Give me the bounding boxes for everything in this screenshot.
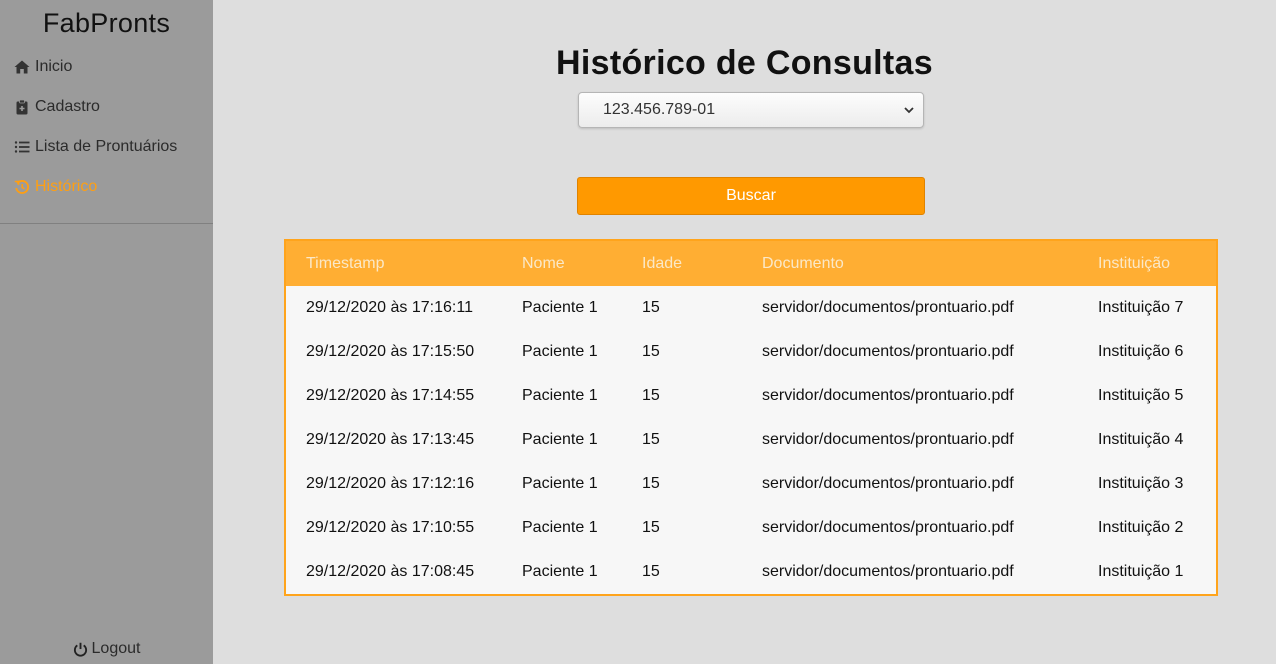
sidebar-nav: Inicio Cadastro Lista de Prontuários His… xyxy=(0,46,213,207)
cell-timestamp: 29/12/2020 às 17:15:50 xyxy=(306,343,475,360)
cell-idade: 15 xyxy=(642,519,660,536)
cell-documento: servidor/documentos/prontuario.pdf xyxy=(762,475,1014,492)
sidebar-item-inicio[interactable]: Inicio xyxy=(0,47,213,87)
search-button[interactable]: Buscar xyxy=(577,177,925,215)
power-icon xyxy=(73,642,88,657)
table-header-row: Timestamp Nome Idade Documento Instituiç… xyxy=(286,241,1216,286)
cell-instituicao: Instituição 1 xyxy=(1098,563,1184,580)
table-row: 29/12/2020 às 17:15:50 Paciente 1 15 ser… xyxy=(286,330,1216,374)
clipboard-icon xyxy=(14,99,30,115)
cell-documento: servidor/documentos/prontuario.pdf xyxy=(762,299,1014,316)
sidebar: FabPronts Inicio Cadastro Lista de Pront… xyxy=(0,0,213,664)
table-row: 29/12/2020 às 17:14:55 Paciente 1 15 ser… xyxy=(286,374,1216,418)
logout-button[interactable]: Logout xyxy=(0,640,213,658)
header-instituicao: Instituição xyxy=(1098,254,1171,272)
table-row: 29/12/2020 às 17:10:55 Paciente 1 15 ser… xyxy=(286,506,1216,550)
sidebar-item-label: Inicio xyxy=(35,58,73,75)
cell-idade: 15 xyxy=(642,431,660,448)
cell-idade: 15 xyxy=(642,387,660,404)
page-title: Histórico de Consultas xyxy=(556,44,933,82)
patient-select-value: 123.456.789-01 xyxy=(603,101,716,118)
cell-instituicao: Instituição 5 xyxy=(1098,387,1184,404)
sidebar-item-lista-prontuarios[interactable]: Lista de Prontuários xyxy=(0,127,213,167)
home-icon xyxy=(14,59,30,75)
cell-idade: 15 xyxy=(642,563,660,580)
cell-documento: servidor/documentos/prontuario.pdf xyxy=(762,387,1014,404)
brand-logo: FabPronts xyxy=(42,8,171,38)
history-icon xyxy=(14,179,30,195)
cell-instituicao: Instituição 3 xyxy=(1098,475,1184,492)
cell-timestamp: 29/12/2020 às 17:13:45 xyxy=(306,431,475,448)
sidebar-divider xyxy=(0,223,213,224)
sidebar-item-historico[interactable]: Histórico xyxy=(0,167,213,207)
cell-nome: Paciente 1 xyxy=(522,519,598,536)
cell-documento: servidor/documentos/prontuario.pdf xyxy=(762,343,1014,360)
cell-instituicao: Instituição 4 xyxy=(1098,431,1184,448)
table-row: 29/12/2020 às 17:12:16 Paciente 1 15 ser… xyxy=(286,462,1216,506)
chevron-down-icon xyxy=(903,103,915,115)
app: FabPronts Inicio Cadastro Lista de Pront… xyxy=(0,0,1276,664)
cell-timestamp: 29/12/2020 às 17:10:55 xyxy=(306,519,475,536)
cell-nome: Paciente 1 xyxy=(522,343,598,360)
cell-nome: Paciente 1 xyxy=(522,475,598,492)
main-content: Histórico de Consultas 123.456.789-01 Bu… xyxy=(213,0,1276,664)
header-nome: Nome xyxy=(522,254,565,272)
cell-timestamp: 29/12/2020 às 17:14:55 xyxy=(306,387,475,404)
cell-documento: servidor/documentos/prontuario.pdf xyxy=(762,563,1014,580)
sidebar-item-cadastro[interactable]: Cadastro xyxy=(0,87,213,127)
cell-nome: Paciente 1 xyxy=(522,387,598,404)
logout-label: Logout xyxy=(91,640,141,657)
header-timestamp: Timestamp xyxy=(306,254,385,272)
sidebar-item-label: Histórico xyxy=(35,178,98,195)
sidebar-item-label: Lista de Prontuários xyxy=(35,138,178,155)
patient-select[interactable]: 123.456.789-01 xyxy=(578,92,924,128)
table-row: 29/12/2020 às 17:13:45 Paciente 1 15 ser… xyxy=(286,418,1216,462)
history-table: Timestamp Nome Idade Documento Instituiç… xyxy=(284,239,1218,596)
cell-documento: servidor/documentos/prontuario.pdf xyxy=(762,431,1014,448)
cell-timestamp: 29/12/2020 às 17:12:16 xyxy=(306,475,475,492)
cell-idade: 15 xyxy=(642,343,660,360)
cell-idade: 15 xyxy=(642,475,660,492)
header-documento: Documento xyxy=(762,254,844,272)
cell-timestamp: 29/12/2020 às 17:16:11 xyxy=(306,299,473,316)
cell-timestamp: 29/12/2020 às 17:08:45 xyxy=(306,563,475,580)
cell-nome: Paciente 1 xyxy=(522,563,598,580)
cell-instituicao: Instituição 6 xyxy=(1098,343,1184,360)
table-row: 29/12/2020 às 17:08:45 Paciente 1 15 ser… xyxy=(286,550,1216,594)
cell-instituicao: Instituição 7 xyxy=(1098,299,1184,316)
cell-nome: Paciente 1 xyxy=(522,299,598,316)
cell-documento: servidor/documentos/prontuario.pdf xyxy=(762,519,1014,536)
sidebar-item-label: Cadastro xyxy=(35,98,100,115)
cell-idade: 15 xyxy=(642,299,660,316)
cell-nome: Paciente 1 xyxy=(522,431,598,448)
list-icon xyxy=(14,139,30,155)
header-idade: Idade xyxy=(642,254,683,272)
cell-instituicao: Instituição 2 xyxy=(1098,519,1184,536)
table-row: 29/12/2020 às 17:16:11 Paciente 1 15 ser… xyxy=(286,286,1216,330)
